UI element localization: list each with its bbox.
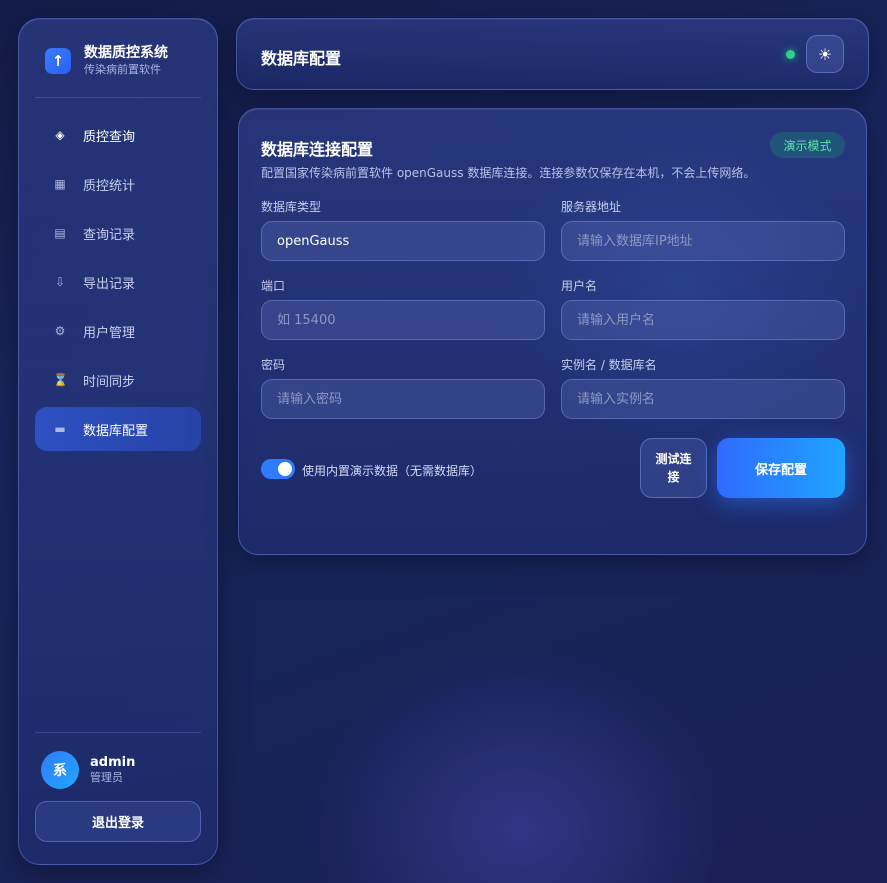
logout-button[interactable]: 退出登录 <box>35 801 201 842</box>
theme-toggle-button[interactable]: ☀ <box>806 35 844 73</box>
sidebar: ↑ 数据质控系统 传染病前置软件 ◈ 质控查询 ▦ 质控统计 ▤ 查询记录 ⇩ … <box>18 18 218 865</box>
sidebar-item-time-sync[interactable]: ⌛ 时间同步 <box>35 358 201 402</box>
gear-icon: ⚙ <box>54 324 66 338</box>
password-input[interactable] <box>261 379 545 419</box>
db-type-label: 数据库类型 <box>261 200 322 214</box>
diamond-icon: ◈ <box>55 128 65 142</box>
sidebar-item-query-records[interactable]: ▤ 查询记录 <box>35 211 201 255</box>
database-icon: ▬ <box>54 422 66 436</box>
server-label: 服务器地址 <box>561 200 622 214</box>
sidebar-item-label: 数据库配置 <box>83 423 149 439</box>
sidebar-item-label: 时间同步 <box>83 374 136 390</box>
db-config-card: 数据库连接配置 演示模式 配置国家传染病前置软件 openGauss 数据库连接… <box>238 108 867 555</box>
sidebar-item-label: 查询记录 <box>83 227 136 243</box>
card-title: 数据库连接配置 <box>261 140 374 159</box>
sidebar-item-label: 导出记录 <box>83 276 136 292</box>
toggle-knob <box>278 462 292 476</box>
sidebar-item-qc-query[interactable]: ◈ 质控查询 <box>35 113 201 157</box>
arrow-up-icon: ↑ <box>45 48 71 74</box>
brand-title: 数据质控系统 <box>84 45 168 61</box>
list-icon: ▤ <box>54 226 66 240</box>
port-input[interactable] <box>261 300 545 340</box>
sidebar-item-label: 质控统计 <box>83 178 136 194</box>
sidebar-nav: ◈ 质控查询 ▦ 质控统计 ▤ 查询记录 ⇩ 导出记录 ⚙ 用户管理 ⌛ 时间同… <box>35 113 201 456</box>
username-label: 用户名 <box>561 279 598 293</box>
user-role: 管理员 <box>90 771 123 784</box>
download-icon: ⇩ <box>54 275 66 289</box>
port-label: 端口 <box>261 279 286 293</box>
save-config-button[interactable]: 保存配置 <box>717 438 845 498</box>
sidebar-divider-top <box>35 97 201 98</box>
status-indicator <box>786 50 795 59</box>
server-address-input[interactable] <box>561 221 845 261</box>
sidebar-item-user-management[interactable]: ⚙ 用户管理 <box>35 309 201 353</box>
password-label: 密码 <box>261 358 286 372</box>
user-info: 系 admin 管理员 <box>41 751 135 789</box>
instance-input[interactable] <box>561 379 845 419</box>
sidebar-item-qc-stats[interactable]: ▦ 质控统计 <box>35 162 201 206</box>
sidebar-item-label: 质控查询 <box>83 129 136 145</box>
page-header: 数据库配置 ☀ <box>236 18 869 90</box>
page-title: 数据库配置 <box>261 49 342 68</box>
card-description: 配置国家传染病前置软件 openGauss 数据库连接。连接参数仅保存在本机，不… <box>261 166 756 180</box>
sun-icon: ☀ <box>817 44 833 64</box>
test-connection-button[interactable]: 测试连接 <box>640 438 707 498</box>
user-name: admin <box>90 755 136 770</box>
sidebar-item-export-records[interactable]: ⇩ 导出记录 <box>35 260 201 304</box>
sidebar-item-label: 用户管理 <box>83 325 136 341</box>
sidebar-item-db-config[interactable]: ▬ 数据库配置 <box>35 407 201 451</box>
grid-icon: ▦ <box>54 177 66 191</box>
hourglass-icon: ⌛ <box>53 373 68 387</box>
demo-data-toggle[interactable] <box>261 459 295 479</box>
db-type-input[interactable] <box>261 221 545 261</box>
username-input[interactable] <box>561 300 845 340</box>
brand: ↑ 数据质控系统 传染病前置软件 <box>45 45 168 77</box>
sidebar-divider-bottom <box>35 732 201 733</box>
instance-label: 实例名 / 数据库名 <box>561 358 657 372</box>
demo-mode-badge: 演示模式 <box>770 132 845 158</box>
brand-subtitle: 传染病前置软件 <box>84 63 161 76</box>
demo-data-toggle-label: 使用内置演示数据（无需数据库） <box>302 464 483 478</box>
avatar: 系 <box>41 751 79 789</box>
